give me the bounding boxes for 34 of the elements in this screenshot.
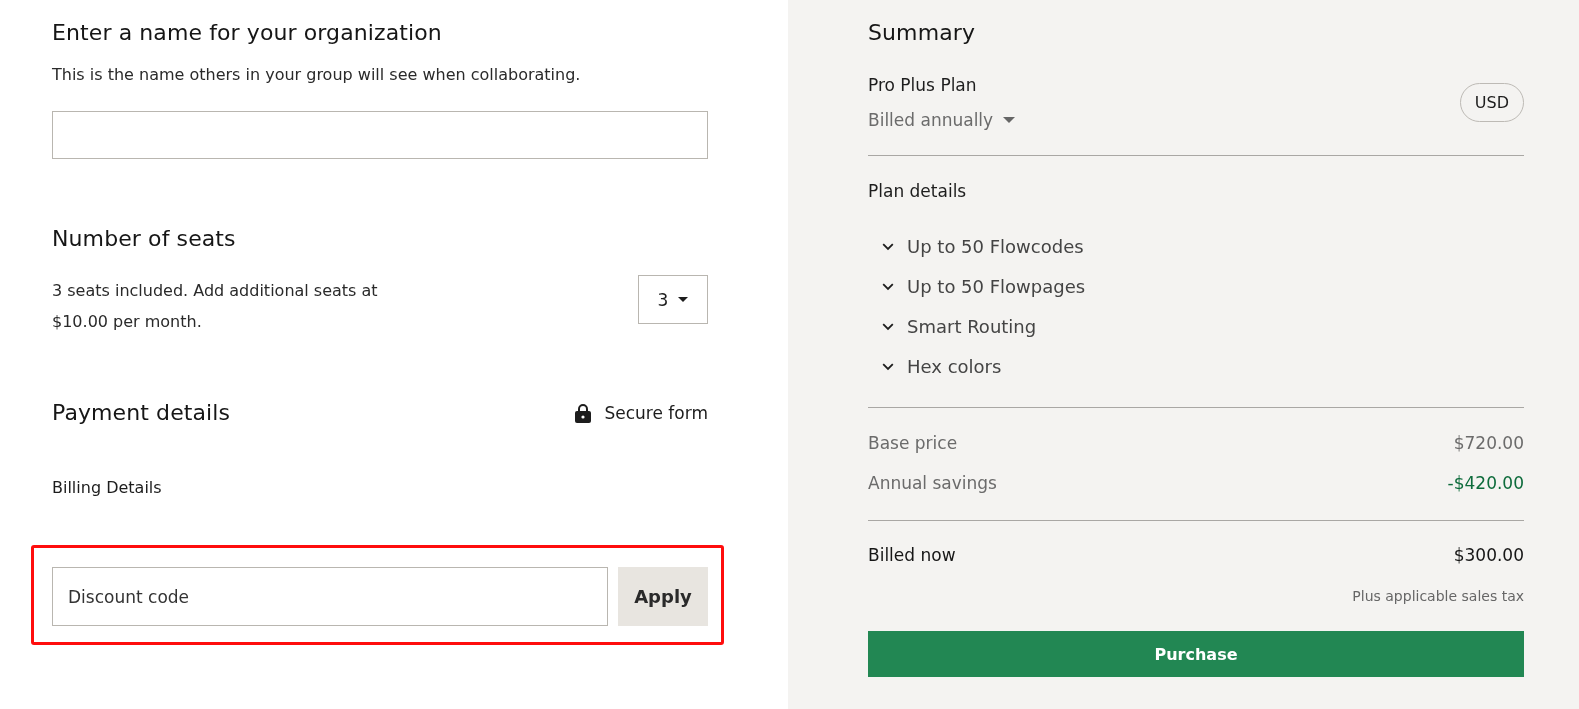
organization-name-input[interactable] (52, 111, 708, 159)
chevron-down-icon (882, 243, 894, 251)
lock-icon (574, 403, 591, 423)
caret-icon (678, 297, 689, 302)
price-amount: $720.00 (1453, 432, 1524, 455)
billing-details-heading: Billing Details (52, 477, 163, 499)
chevron-down-icon (882, 283, 894, 291)
payment-heading: Payment details (52, 399, 231, 427)
plan-feature: Up to 50 Flowcodes (907, 235, 1084, 259)
plan-name: Pro Plus Plan (868, 74, 977, 97)
chevron-down-icon (882, 323, 894, 331)
price-label: Annual savings (868, 472, 997, 495)
chevron-down-icon (882, 363, 894, 371)
plan-details-heading: Plan details (868, 180, 968, 203)
discount-code-input[interactable]: Discount code (52, 567, 608, 626)
plan-feature: Up to 50 Flowpages (907, 275, 1086, 299)
seats-description: 3 seats included. Add additional seats at $10.00 per month. (52, 280, 379, 333)
total-label: Billed now (868, 544, 956, 567)
price-amount: -$420.00 (1447, 472, 1524, 495)
seats-heading: Number of seats (52, 225, 237, 253)
secure-form-label: Secure form (604, 402, 708, 425)
tax-note: Plus applicable sales tax (1351, 587, 1524, 606)
purchase-button[interactable]: Purchase (868, 631, 1524, 677)
total-amount: $300.00 (1453, 544, 1524, 567)
caret-icon (1003, 117, 1016, 123)
plan-feature: Hex colors (907, 355, 1002, 379)
apply-button[interactable]: Apply (618, 567, 708, 626)
price-label: Base price (868, 432, 958, 455)
plan-feature: Smart Routing (907, 315, 1037, 339)
seats-select[interactable]: 3 (638, 275, 708, 324)
billing-period-select[interactable]: Billed annually (868, 107, 1016, 133)
organization-heading: Enter a name for your organization (52, 19, 443, 47)
organization-description: This is the name others in your group will see when collaborating. (52, 64, 582, 86)
summary-heading: Summary (868, 19, 976, 47)
